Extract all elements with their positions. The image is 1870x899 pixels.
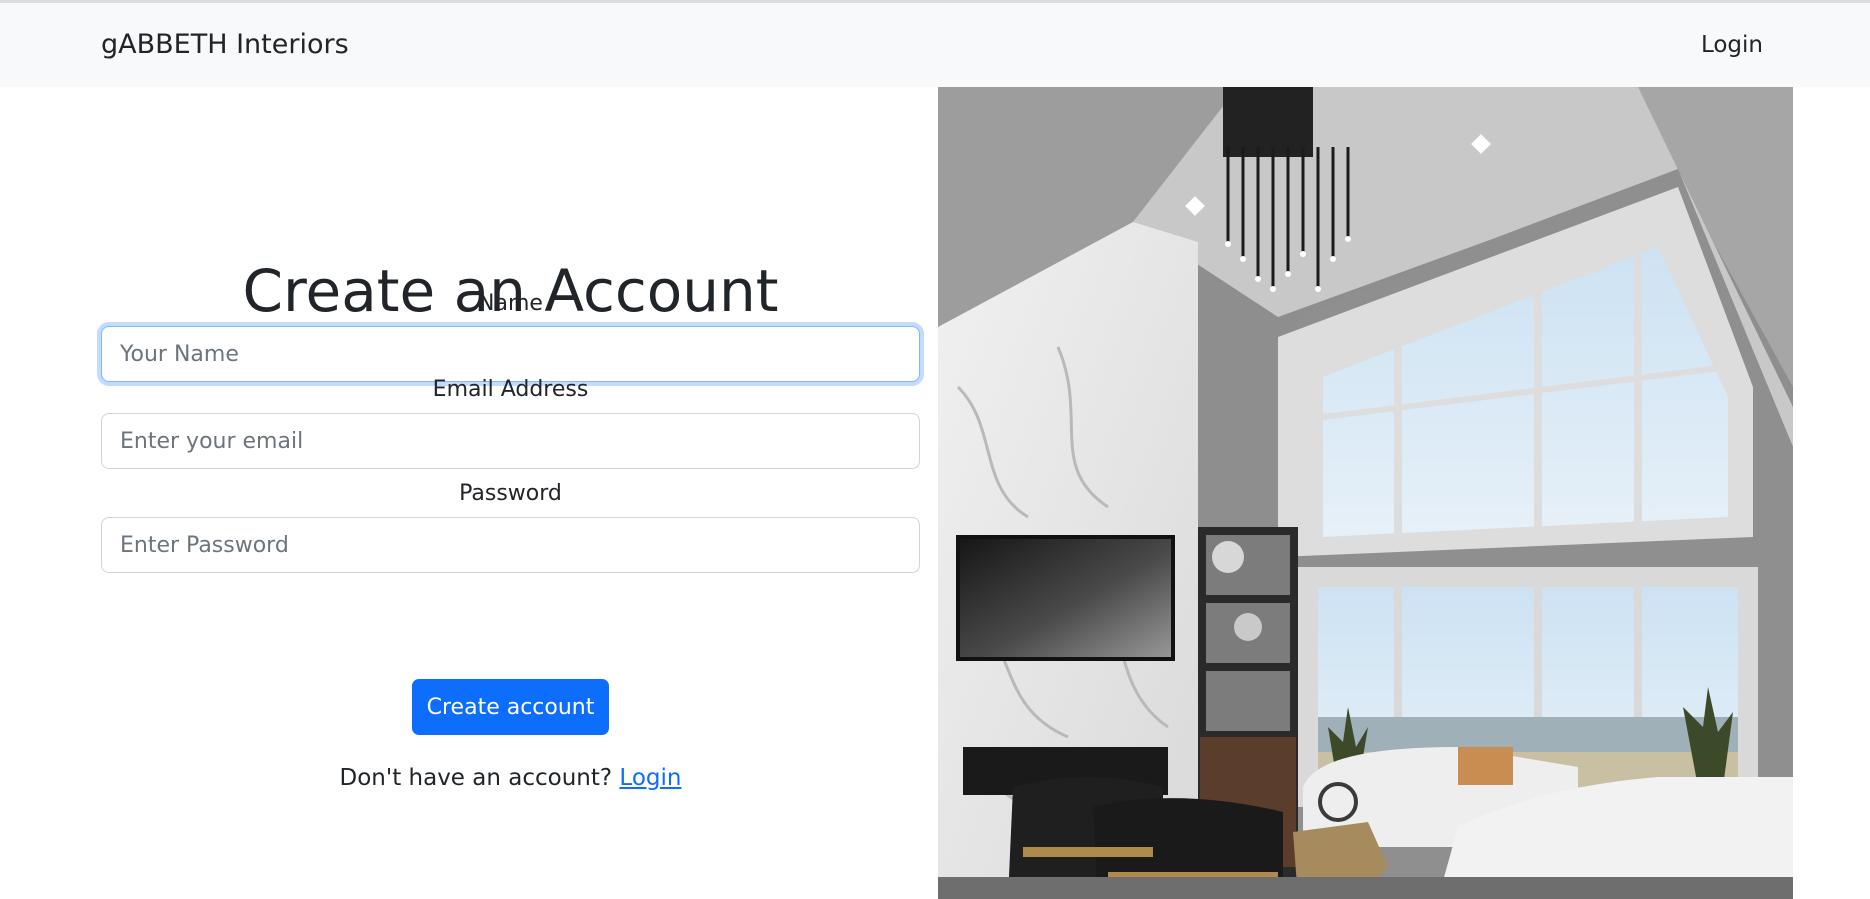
nav-login-link[interactable]: Login: [1701, 32, 1763, 58]
navbar: gABBETH Interiors Login: [0, 3, 1870, 87]
password-label: Password: [459, 481, 562, 506]
create-account-button[interactable]: Create account: [412, 679, 609, 735]
email-input[interactable]: [101, 413, 920, 469]
interior-photo: [938, 87, 1793, 899]
login-prompt: Don't have an account? Login: [101, 765, 920, 791]
name-label: Name: [478, 291, 543, 316]
password-input[interactable]: [101, 517, 920, 573]
login-prompt-text: Don't have an account?: [339, 765, 620, 791]
name-input[interactable]: [101, 326, 920, 382]
signup-form: Create an Account Name Email Address Pas…: [101, 87, 920, 899]
brand-logo-link[interactable]: gABBETH Interiors: [101, 29, 349, 60]
email-label: Email Address: [432, 377, 589, 402]
login-link[interactable]: Login: [619, 765, 681, 791]
